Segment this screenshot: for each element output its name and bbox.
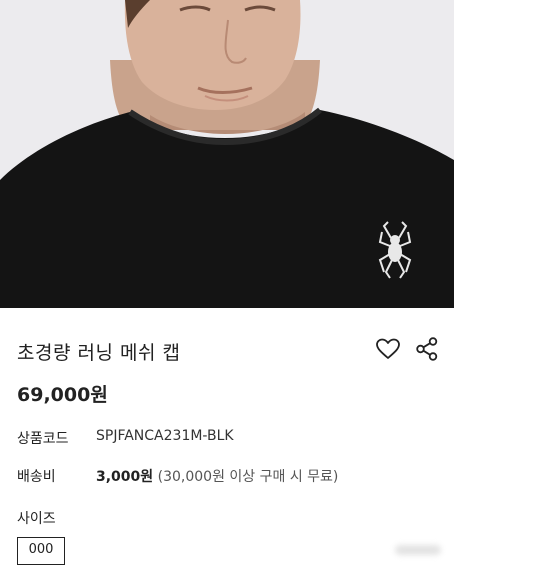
image-gutter <box>454 0 552 308</box>
heart-outline-icon <box>376 338 400 359</box>
product-image[interactable] <box>0 0 454 308</box>
shipping-note: (30,000원 이상 구매 시 무료) <box>157 469 339 485</box>
size-option-placeholder <box>395 545 441 555</box>
shipping-fee: 3,000원 <box>96 469 154 485</box>
product-price: 69,000원 <box>17 384 108 406</box>
share-icon <box>416 337 438 361</box>
shipping-info: 3,000원 (30,000원 이상 구매 시 무료) <box>96 466 338 486</box>
product-photo <box>0 0 454 308</box>
wishlist-button[interactable] <box>375 336 401 362</box>
product-code-value: SPJFANCA231M-BLK <box>96 428 234 444</box>
product-title: 초경량 러닝 메쉬 캡 <box>17 342 181 364</box>
shipping-label: 배송비 <box>17 469 56 485</box>
size-option[interactable]: 000 <box>17 537 65 565</box>
size-label: 사이즈 <box>17 511 56 527</box>
product-code-label: 상품코드 <box>17 431 69 447</box>
share-button[interactable] <box>414 336 440 362</box>
